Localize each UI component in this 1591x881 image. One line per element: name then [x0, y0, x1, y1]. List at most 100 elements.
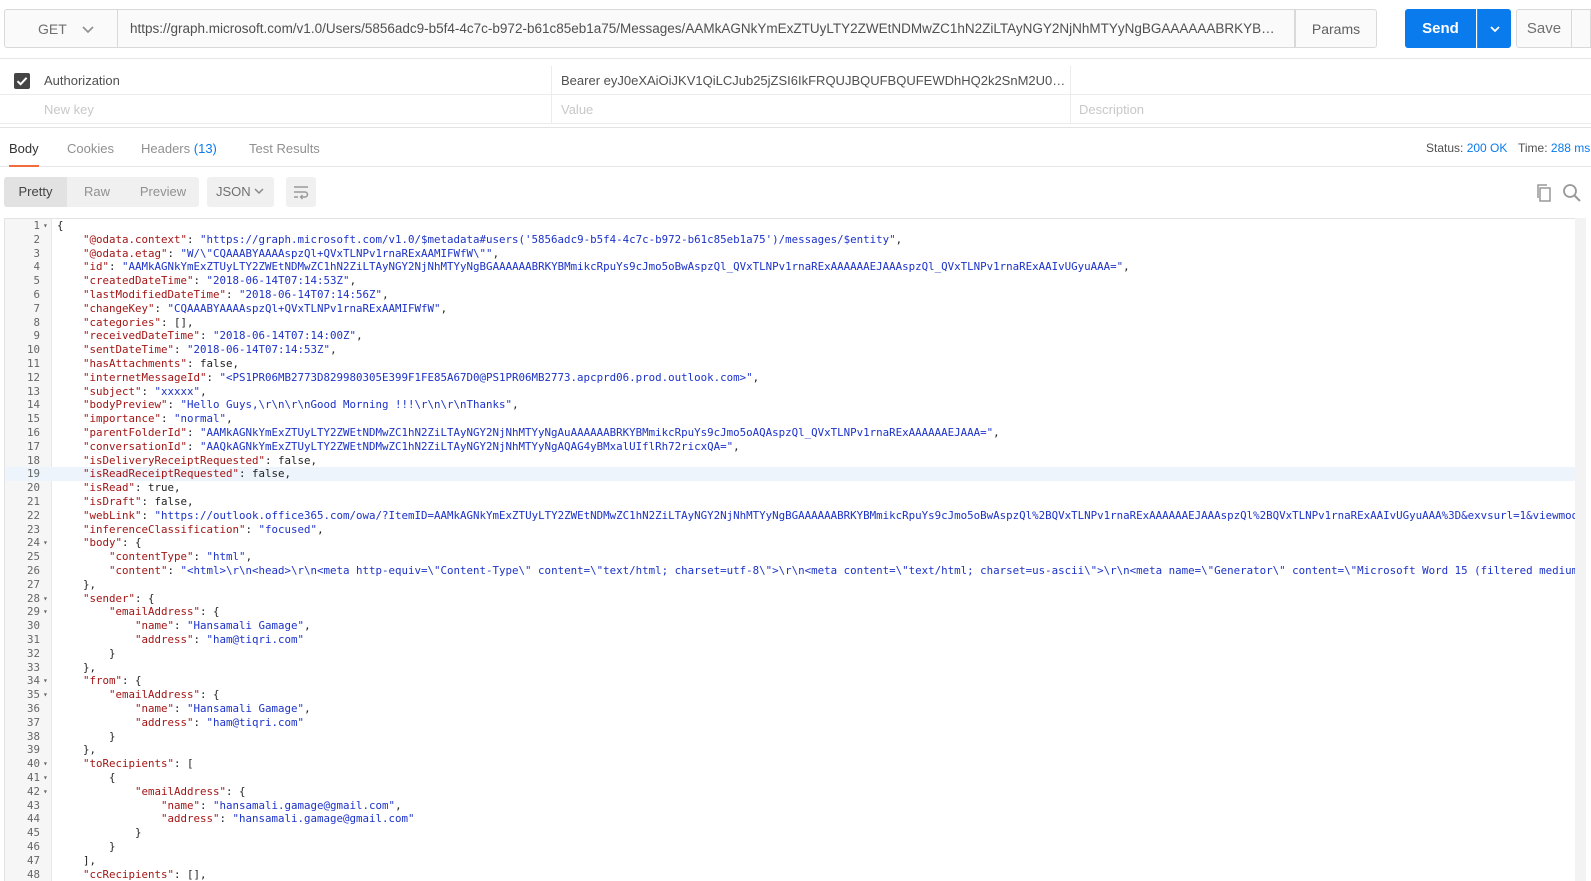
line-number: 15	[26, 412, 40, 426]
tab-body[interactable]: Body	[9, 128, 39, 167]
json-string: "https://outlook.office365.com/owa/?Item…	[154, 508, 1586, 522]
code-line: 20 "isRead": true,	[5, 481, 1586, 495]
new-value-input[interactable]: Value	[552, 95, 1071, 124]
header-key[interactable]: Authorization	[44, 66, 552, 95]
json-punct: : {	[122, 674, 142, 688]
tab-headers-count: (13)	[193, 141, 217, 156]
line-number: 7	[33, 301, 40, 315]
vertical-scrollbar[interactable]	[1575, 218, 1586, 881]
status-value: 200 OK	[1466, 141, 1508, 155]
fold-arrow-icon[interactable]: ▾	[43, 771, 51, 785]
fold-arrow-icon[interactable]: ▾	[43, 688, 51, 702]
json-punct: ,	[752, 370, 760, 384]
fold-arrow-icon[interactable]: ▾	[43, 674, 51, 688]
code-text: "address": "ham@tiqri.com"	[57, 716, 304, 730]
tab-headers[interactable]: Headers (13)	[141, 128, 217, 167]
code-text: "conversationId": "AAQkAGNkYmExZTUyLTY2Z…	[57, 440, 740, 454]
tab-cookies[interactable]: Cookies	[67, 128, 114, 167]
language-select[interactable]: JSON	[207, 177, 274, 207]
raw-button[interactable]: Raw	[67, 177, 127, 207]
json-punct: : {	[122, 536, 142, 550]
fold-arrow-icon[interactable]: ▾	[43, 592, 51, 606]
header-description[interactable]	[1071, 66, 1591, 95]
code-text: "isDeliveryReceiptRequested": false,	[57, 454, 317, 468]
code-line: 11 "hasAttachments": false,	[5, 357, 1586, 371]
json-punct: ,	[317, 522, 324, 536]
line-number: 33	[26, 660, 40, 674]
fold-arrow-icon[interactable]: ▾	[43, 785, 51, 799]
json-string: "2018-06-14T07:14:53Z"	[206, 274, 350, 288]
code-line: 25 "contentType": "html",	[5, 550, 1586, 564]
pretty-button[interactable]: Pretty	[4, 177, 67, 207]
code-text: "sentDateTime": "2018-06-14T07:14:53Z",	[57, 343, 337, 357]
json-punct	[57, 454, 83, 467]
method-select[interactable]: GET	[4, 9, 118, 48]
code-text: "isDraft": false,	[57, 495, 194, 509]
json-punct: ,	[356, 329, 363, 343]
line-number: 13	[26, 384, 40, 398]
code-line: 41 ▾ {	[5, 771, 1586, 785]
params-button[interactable]: Params	[1295, 9, 1377, 48]
save-button[interactable]: Save	[1516, 9, 1572, 48]
json-punct	[57, 260, 83, 273]
json-punct: : {	[135, 591, 155, 605]
copy-icon[interactable]	[1534, 183, 1554, 203]
tab-test-results[interactable]: Test Results	[249, 128, 320, 167]
json-punct	[57, 812, 161, 825]
json-string: "xxxxx"	[154, 384, 201, 398]
code-line: 13 "subject": "xxxxx",	[5, 385, 1586, 399]
json-key: "webLink"	[83, 508, 142, 522]
code-line: 8 "categories": [],	[5, 316, 1586, 330]
code-line: 7 "changeKey": "CQAAABYAAAAspzQl+QVxTLNP…	[5, 302, 1586, 316]
header-row: Authorization Bearer eyJ0eXAiOiJKV1QiLCJ…	[0, 66, 1591, 95]
code-line: 31 "address": "ham@tiqri.com"	[5, 633, 1586, 647]
line-number: 20	[26, 481, 40, 495]
code-line: 23 "inferenceClassification": "focused",	[5, 523, 1586, 537]
line-number: 28	[26, 591, 40, 605]
json-punct: ,	[382, 288, 389, 301]
code-line: 36 "name": "Hansamali Gamage",	[5, 702, 1586, 716]
json-punct: : {	[200, 688, 220, 702]
code-text: "categories": [],	[57, 316, 194, 330]
fold-arrow-icon[interactable]: ▾	[43, 536, 51, 550]
line-number: 48	[26, 867, 40, 881]
code-line: 9 "receivedDateTime": "2018-06-14T07:14:…	[5, 329, 1586, 343]
fold-arrow-icon[interactable]: ▾	[43, 219, 51, 233]
json-punct	[57, 233, 83, 246]
json-punct: :	[206, 370, 220, 384]
new-description-input[interactable]: Description	[1071, 95, 1591, 124]
json-key: "address"	[161, 812, 220, 826]
new-key-input[interactable]: New key	[44, 95, 552, 124]
json-key: "@odata.context"	[83, 232, 188, 246]
checkbox-checked-icon[interactable]	[14, 73, 30, 89]
json-string: "html"	[206, 550, 246, 564]
json-punct: }	[57, 840, 116, 853]
line-number: 36	[26, 702, 40, 715]
code-text: "name": "Hansamali Gamage",	[57, 702, 311, 716]
line-number: 25	[26, 550, 40, 564]
send-dropdown-button[interactable]	[1477, 9, 1511, 48]
code-line: 18 "isDeliveryReceiptRequested": false,	[5, 454, 1586, 468]
json-string: "ham@tiqri.com"	[206, 633, 305, 646]
wrap-lines-button[interactable]	[286, 177, 316, 207]
header-new-row: New key Value Description	[0, 95, 1591, 124]
json-punct: : [],	[161, 315, 194, 329]
save-dropdown-button[interactable]	[1572, 9, 1591, 48]
preview-button[interactable]: Preview	[127, 177, 199, 207]
json-key: "createdDateTime"	[83, 274, 194, 288]
url-input[interactable]: https://graph.microsoft.com/v1.0/Users/5…	[118, 9, 1295, 48]
code-text: "emailAddress": {	[57, 785, 246, 799]
search-icon[interactable]	[1561, 183, 1583, 203]
line-number: 23	[26, 522, 40, 536]
json-key: "parentFolderId"	[83, 426, 188, 439]
json-string: "AAMkAGNkYmExZTUyLTY2ZWEtNDMwZC1hN2ZiLTA…	[122, 260, 1124, 274]
header-value[interactable]: Bearer eyJ0eXAiOiJKV1QiLCJub25jZSI6IkFRQ…	[552, 66, 1071, 95]
response-body-editor[interactable]: 1 ▾{2 "@odata.context": "https://graph.mi…	[4, 218, 1586, 881]
send-button[interactable]: Send	[1405, 9, 1476, 48]
json-punct	[57, 481, 83, 494]
fold-arrow-icon[interactable]: ▾	[43, 757, 51, 771]
fold-arrow-icon[interactable]: ▾	[43, 605, 51, 619]
json-string: "CQAAABYAAAAspzQl+QVxTLNPv1rnaRExAAMIFWf…	[167, 301, 441, 315]
language-label: JSON	[216, 184, 251, 199]
code-line: 28 ▾ "sender": {	[5, 592, 1586, 606]
